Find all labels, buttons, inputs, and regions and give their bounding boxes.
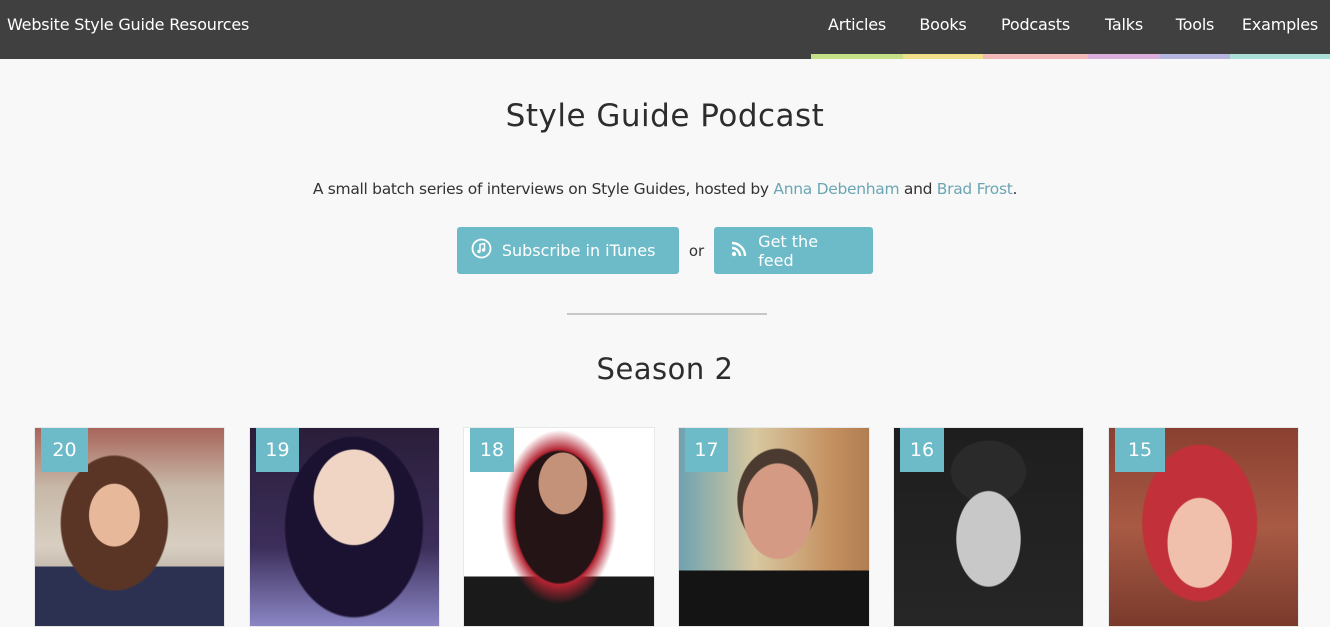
episode-number-badge: 15	[1115, 428, 1165, 472]
episode-number-badge: 18	[470, 428, 514, 472]
nav-books[interactable]: Books	[903, 0, 983, 59]
episode-number-badge: 16	[900, 428, 944, 472]
subscribe-itunes-button[interactable]: Subscribe in iTunes	[456, 227, 679, 274]
rss-icon	[730, 240, 758, 262]
subscribe-itunes-label: Subscribe in iTunes	[501, 241, 656, 260]
episode-card[interactable]: 18	[463, 427, 655, 627]
episode-card[interactable]: 15	[1108, 427, 1299, 627]
host-link-brad-frost[interactable]: Brad Frost	[937, 180, 1013, 198]
or-label: or	[688, 241, 705, 260]
nav-talks[interactable]: Talks	[1088, 0, 1160, 59]
get-feed-button[interactable]: Get the feed	[714, 227, 874, 274]
site-brand-link[interactable]: Website Style Guide Resources	[7, 15, 249, 34]
episode-card[interactable]: 20	[34, 427, 225, 627]
episode-number-badge: 19	[256, 428, 299, 472]
top-navigation-bar: Website Style Guide Resources Articles B…	[0, 0, 1330, 59]
episode-card[interactable]: 16	[893, 427, 1084, 627]
intro-text: A small batch series of interviews on St…	[0, 180, 1330, 198]
nav-examples[interactable]: Examples	[1230, 0, 1330, 59]
host-link-anna-debenham[interactable]: Anna Debenham	[773, 180, 899, 198]
page-title: Style Guide Podcast	[505, 98, 825, 134]
episode-number-badge: 20	[41, 428, 88, 472]
main-nav: Articles Books Podcasts Talks Tools Exam…	[811, 0, 1330, 59]
get-feed-label: Get the feed	[758, 231, 819, 270]
nav-articles[interactable]: Articles	[811, 0, 903, 59]
intro-suffix: .	[1012, 180, 1018, 198]
episode-card[interactable]: 17	[678, 427, 870, 627]
nav-tools[interactable]: Tools	[1160, 0, 1230, 59]
section-divider	[567, 313, 767, 315]
intro-middle: and	[899, 180, 937, 198]
nav-podcasts[interactable]: Podcasts	[983, 0, 1088, 59]
episode-card[interactable]: 19	[249, 427, 440, 627]
episode-number-badge: 17	[685, 428, 728, 472]
music-note-icon	[471, 238, 502, 263]
subscribe-actions: Subscribe in iTunes or Get the feed	[0, 227, 1330, 274]
season-title: Season 2	[596, 352, 734, 386]
intro-prefix: A small batch series of interviews on St…	[312, 180, 774, 198]
